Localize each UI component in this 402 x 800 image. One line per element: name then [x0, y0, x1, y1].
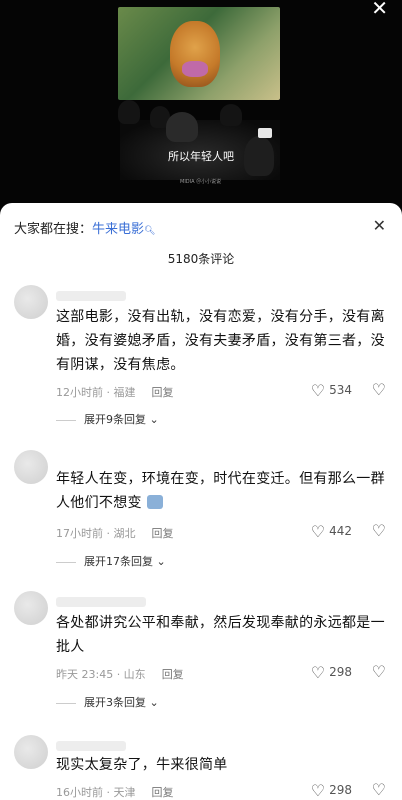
comment-text-body: 年轻人在变，环境在变，时代在变迁。但有那么一群人他们不想变 [56, 471, 385, 511]
heart-icon: ♡ [310, 522, 326, 541]
chevron-down-icon: ⌄ [156, 555, 166, 568]
heart-icon: ♡ [310, 663, 326, 682]
dislike-icon[interactable]: ♡ [372, 662, 386, 681]
close-icon[interactable]: ✕ [371, 0, 388, 18]
search-suggestion[interactable]: 大家都在搜：牛来电影🔍︎ [14, 218, 155, 237]
video-player[interactable]: ✕ 所以年轻人吧 MIDIA ＠小小说说 [0, 0, 402, 212]
username[interactable] [56, 741, 126, 751]
comment-meta: 12小时前 · 福建 回复 [56, 384, 174, 400]
chevron-down-icon: ⌄ [149, 696, 159, 709]
cartoon-cow-character [170, 21, 220, 87]
close-sheet-icon[interactable]: ✕ [373, 216, 386, 235]
video-subtitle: 所以年轻人吧 [168, 150, 234, 163]
expand-label: 展开9条回复 [84, 413, 146, 426]
comment-time: 昨天 23:45 · 山东 [56, 668, 146, 681]
reply-button[interactable]: 回复 [152, 527, 174, 540]
comments-sheet: 大家都在搜：牛来电影🔍︎ ✕ 5180条评论 这部电影，没有出轨，没有恋爱，没有… [0, 203, 402, 800]
reply-button[interactable]: 回复 [152, 786, 174, 799]
reply-button[interactable]: 回复 [152, 386, 174, 399]
comment-meta: 16小时前 · 天津 回复 [56, 784, 174, 800]
comment-meta: 昨天 23:45 · 山东 回复 [56, 666, 184, 682]
expand-label: 展开3条回复 [84, 696, 146, 709]
expand-label: 展开17条回复 [84, 555, 153, 568]
username[interactable] [56, 597, 146, 607]
comment-time: 12小时前 · 福建 [56, 386, 136, 399]
comment-meta: 17小时前 · 湖北 回复 [56, 525, 174, 541]
avatar[interactable] [14, 450, 48, 484]
chevron-down-icon: ⌄ [149, 413, 159, 426]
comment-text: 这部电影，没有出轨，没有恋爱，没有分手，没有离婚，没有婆媳矛盾，没有夫妻矛盾，没… [56, 309, 385, 373]
divider [56, 419, 76, 421]
heart-icon: ♡ [310, 381, 326, 400]
expand-replies-button[interactable]: 展开17条回复 ⌄ [56, 553, 166, 569]
like-button[interactable]: ♡ 298 [311, 663, 352, 682]
comment-time: 17小时前 · 湖北 [56, 527, 136, 540]
username[interactable] [56, 291, 126, 301]
like-button[interactable]: ♡ 442 [311, 522, 352, 541]
heart-icon: ♡ [310, 781, 326, 800]
expand-replies-button[interactable]: 展开9条回复 ⌄ [56, 411, 159, 427]
like-count: 298 [329, 783, 352, 797]
comment-text: 现实太复杂了，牛来很简单 [56, 757, 228, 773]
comment-text: 各处都讲究公平和奉献，然后发现奉献的永远都是一批人 [56, 615, 385, 655]
comment-time: 16小时前 · 天津 [56, 786, 136, 799]
audience-head [220, 104, 242, 126]
like-button[interactable]: ♡ 534 [311, 381, 352, 400]
expand-replies-button[interactable]: 展开3条回复 ⌄ [56, 694, 159, 710]
cinema-screen [118, 7, 280, 100]
dislike-icon[interactable]: ♡ [372, 521, 386, 540]
watermark: MIDIA ＠小小说说 [180, 179, 222, 185]
search-keyword[interactable]: 牛来电影 [92, 222, 144, 237]
avatar[interactable] [14, 591, 48, 625]
avatar[interactable] [14, 735, 48, 769]
like-count: 534 [329, 383, 352, 397]
like-button[interactable]: ♡ 298 [311, 781, 352, 800]
audience-head [166, 112, 198, 142]
dislike-icon[interactable]: ♡ [372, 380, 386, 399]
search-icon: 🔍︎ [144, 226, 156, 236]
emoji-icon [146, 495, 163, 509]
avatar[interactable] [14, 285, 48, 319]
like-count: 298 [329, 665, 352, 679]
dislike-icon[interactable]: ♡ [372, 780, 386, 799]
divider [56, 702, 76, 704]
comment-count: 5180条评论 [167, 252, 235, 266]
character-mouth [182, 61, 208, 77]
comment-text: 年轻人在变，环境在变，时代在变迁。但有那么一群人他们不想变 [56, 467, 386, 515]
reply-button[interactable]: 回复 [162, 668, 184, 681]
phone-screen [258, 128, 272, 138]
like-count: 442 [329, 524, 352, 538]
audience-head [118, 100, 140, 124]
search-prefix: 大家都在搜： [14, 222, 93, 237]
divider [56, 561, 76, 563]
